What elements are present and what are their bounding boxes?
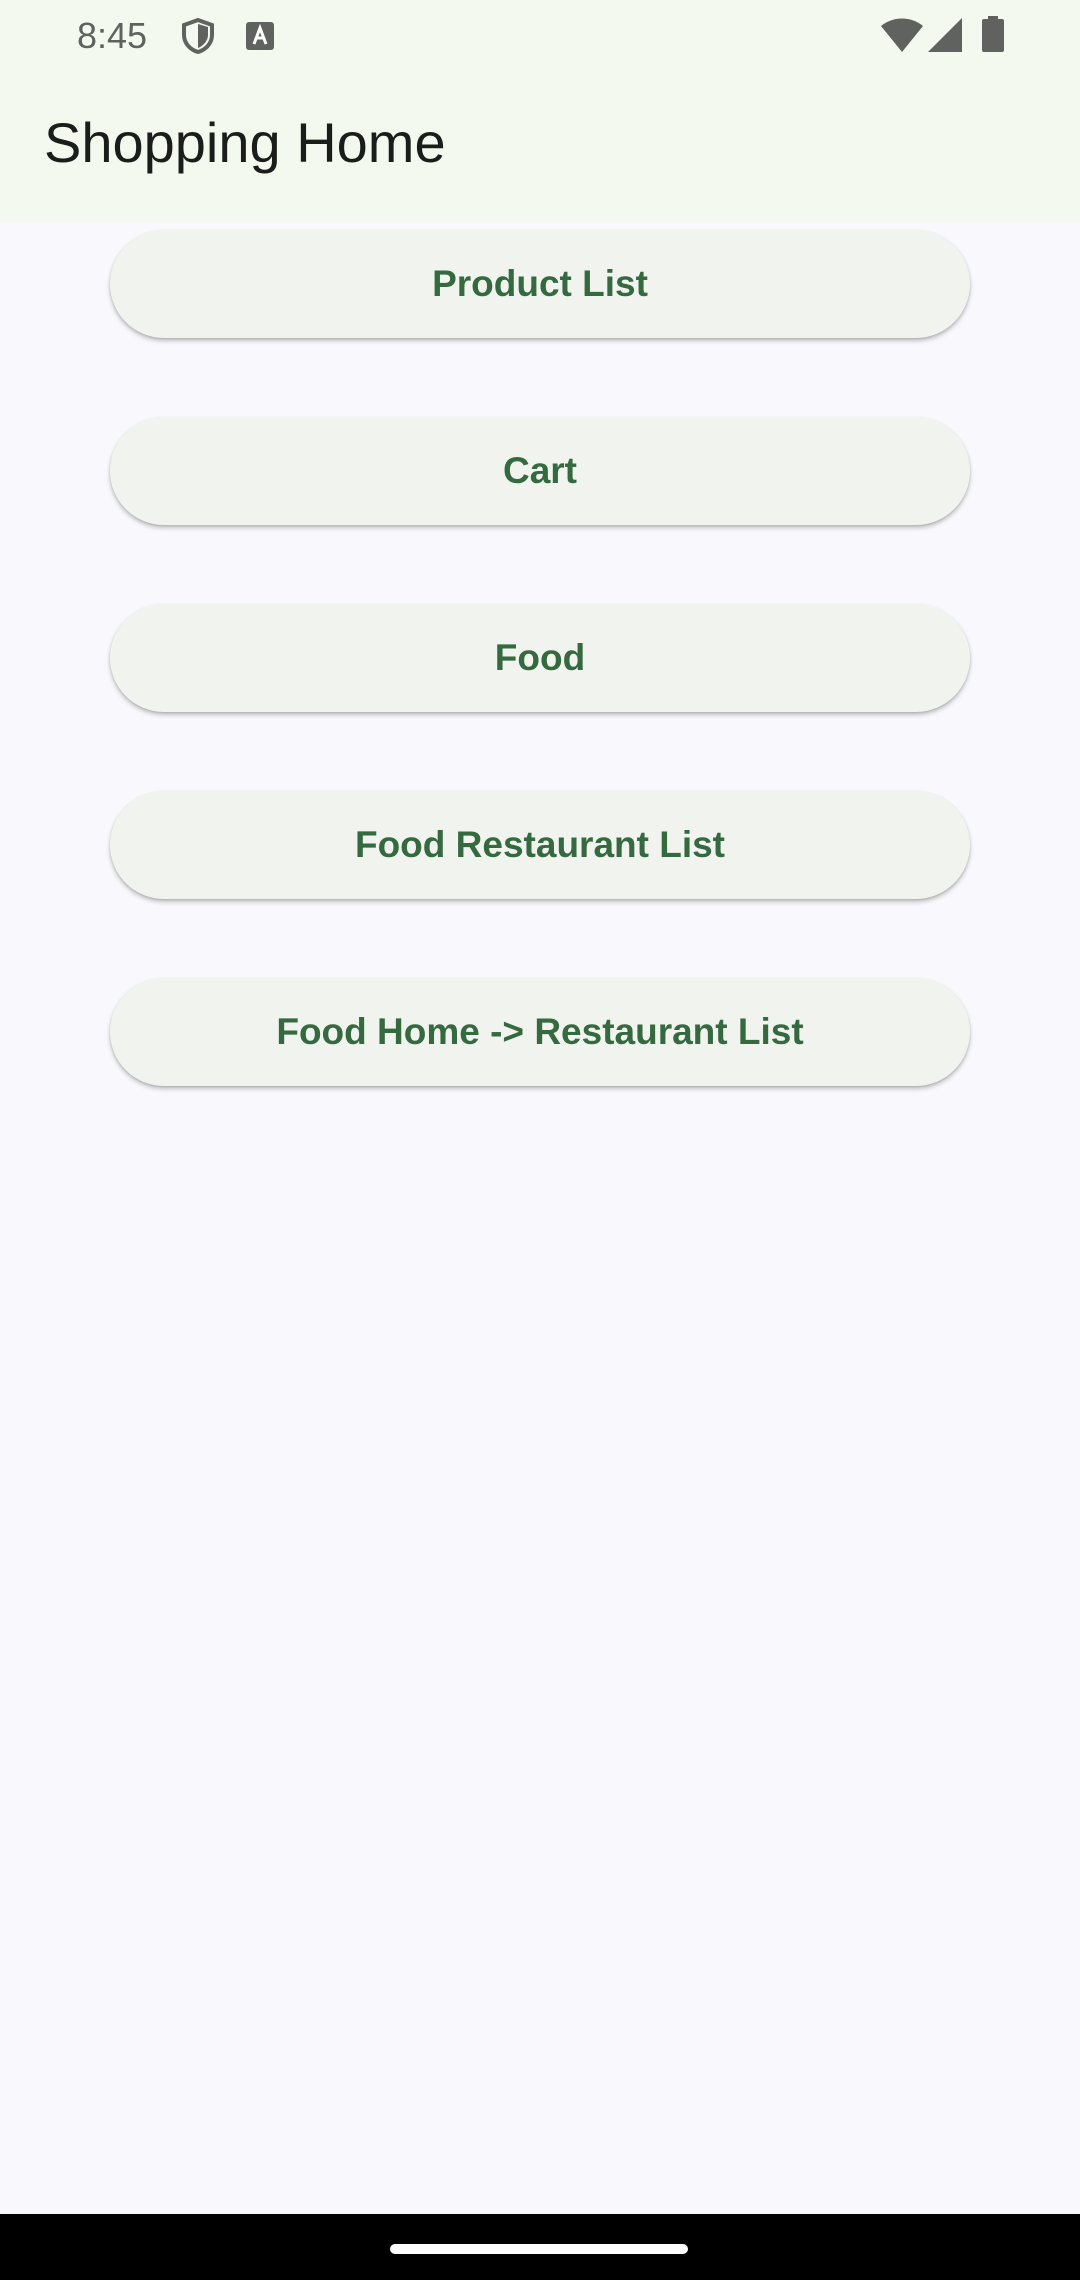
- home-gesture-handle[interactable]: [390, 2244, 688, 2254]
- battery-icon: [982, 16, 1004, 52]
- signal-icon: [928, 18, 962, 52]
- text-a-icon: [246, 22, 274, 50]
- food-button[interactable]: Food: [110, 604, 970, 712]
- status-bar: 8:45: [0, 0, 1080, 72]
- product-list-button[interactable]: Product List: [110, 230, 970, 338]
- system-navigation-bar: [0, 2214, 1080, 2280]
- food-restaurant-list-button[interactable]: Food Restaurant List: [110, 791, 970, 899]
- shield-icon: [182, 18, 214, 54]
- status-time: 8:45: [77, 15, 148, 56]
- wifi-icon: [881, 18, 923, 52]
- page-title: Shopping Home: [44, 111, 446, 174]
- food-home-restaurant-list-button[interactable]: Food Home -> Restaurant List: [110, 978, 970, 1086]
- cart-button[interactable]: Cart: [110, 417, 970, 525]
- app-bar: Shopping Home: [0, 72, 1080, 222]
